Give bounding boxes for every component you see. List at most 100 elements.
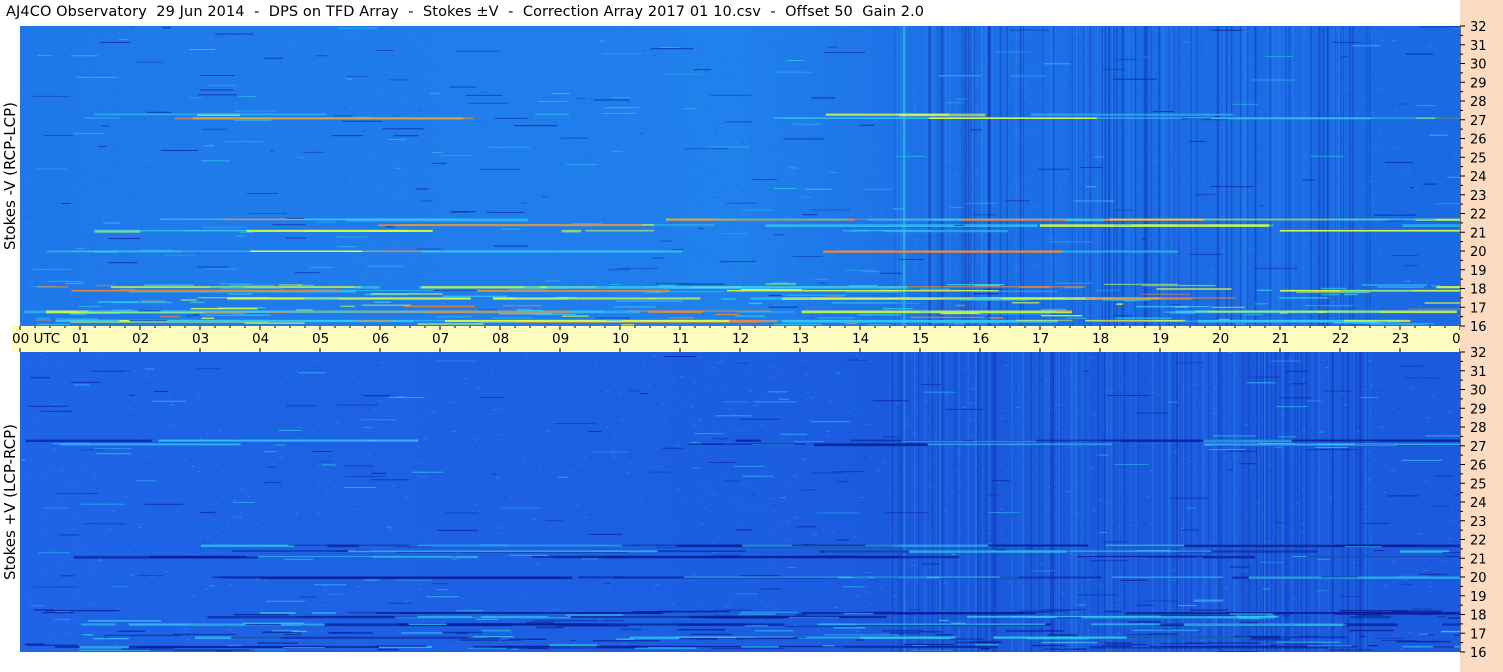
noise-pixel <box>998 454 1000 456</box>
line-fragment <box>684 148 728 150</box>
noise-pixel <box>785 357 788 359</box>
noise-pixel <box>740 296 743 298</box>
noise-pixel <box>769 175 772 177</box>
noise-pixel <box>1419 157 1423 159</box>
noise-pixel <box>407 123 412 124</box>
noise-pixel <box>521 614 524 616</box>
vertical-stripe <box>973 26 976 326</box>
noise-pixel <box>370 79 374 81</box>
noise-pixel <box>31 168 34 170</box>
noise-pixel <box>368 580 370 582</box>
noise-pixel <box>862 410 865 412</box>
noise-pixel <box>736 161 739 163</box>
noise-pixel <box>226 454 228 456</box>
noise-pixel <box>390 272 393 274</box>
noise-pixel <box>106 382 110 384</box>
noise-pixel <box>676 488 681 490</box>
noise-pixel <box>336 98 339 100</box>
noise-pixel <box>133 235 136 237</box>
line-fragment <box>235 235 247 237</box>
noise-pixel <box>411 47 414 49</box>
noise-pixel <box>430 401 433 403</box>
noise-pixel <box>54 622 59 624</box>
noise-pixel <box>134 135 139 137</box>
noise-pixel <box>403 100 407 102</box>
noise-pixel <box>779 82 781 83</box>
spectrogram-bottom <box>20 352 1460 652</box>
noise-pixel <box>768 147 772 149</box>
noise-pixel <box>414 110 417 112</box>
noise-pixel <box>59 573 61 574</box>
noise-pixel <box>764 193 766 195</box>
noise-pixel <box>557 70 559 72</box>
noise-pixel <box>616 236 620 238</box>
noise-pixel <box>830 284 833 286</box>
noise-pixel <box>330 89 334 91</box>
noise-pixel <box>321 186 324 188</box>
noise-pixel <box>321 59 324 61</box>
noise-pixel <box>1142 407 1145 409</box>
line-fragment <box>341 120 383 122</box>
line-fragment <box>811 97 836 99</box>
time-label: 11 <box>672 331 689 347</box>
noise-pixel <box>1384 260 1387 262</box>
noise-pixel <box>840 178 844 180</box>
noise-pixel <box>107 613 111 615</box>
noise-pixel <box>1438 178 1441 180</box>
noise-pixel <box>711 506 714 508</box>
noise-pixel <box>144 161 146 163</box>
noise-pixel <box>558 533 560 535</box>
line-fragment <box>1404 280 1411 282</box>
low-band-segment <box>1011 302 1040 304</box>
noise-pixel <box>624 589 626 591</box>
noise-pixel <box>854 48 858 50</box>
noise-pixel <box>232 304 235 306</box>
noise-pixel <box>27 157 29 159</box>
noise-pixel <box>528 314 531 316</box>
noise-pixel <box>1187 322 1189 324</box>
noise-pixel <box>191 297 194 299</box>
noise-pixel <box>356 149 359 151</box>
noise-pixel <box>176 178 179 180</box>
noise-pixel <box>24 77 28 79</box>
noise-pixel <box>239 239 241 241</box>
noise-pixel <box>436 269 438 271</box>
noise-pixel <box>870 241 874 243</box>
noise-pixel <box>196 112 198 114</box>
noise-pixel <box>303 55 308 57</box>
noise-pixel <box>695 68 700 69</box>
noise-pixel <box>505 97 507 99</box>
interference-segment <box>1210 117 1460 119</box>
vertical-stripe <box>1163 26 1165 326</box>
noise-pixel <box>372 101 374 103</box>
noise-pixel <box>731 472 736 474</box>
line-fragment <box>774 234 784 236</box>
noise-pixel <box>729 603 731 605</box>
noise-pixel <box>1437 85 1439 87</box>
noise-pixel <box>643 199 647 201</box>
noise-pixel <box>110 149 115 151</box>
noise-pixel <box>379 568 383 570</box>
vertical-stripe <box>1024 26 1026 326</box>
noise-pixel <box>20 590 24 592</box>
noise-pixel <box>509 213 513 215</box>
noise-pixel <box>189 379 192 381</box>
noise-pixel <box>1227 108 1232 110</box>
noise-pixel <box>870 456 874 458</box>
noise-pixel <box>289 51 292 53</box>
noise-pixel <box>40 354 44 356</box>
noise-pixel <box>603 195 606 196</box>
vertical-stripe <box>1156 26 1158 326</box>
noise-pixel <box>856 201 860 203</box>
noise-pixel <box>620 50 624 52</box>
noise-pixel <box>853 536 857 538</box>
noise-pixel <box>25 215 28 217</box>
noise-pixel <box>472 38 475 40</box>
noise-pixel <box>652 458 656 460</box>
noise-pixel <box>1153 587 1155 588</box>
noise-pixel <box>779 156 783 158</box>
noise-pixel <box>570 471 574 473</box>
noise-pixel <box>62 481 66 483</box>
noise-pixel <box>687 161 691 163</box>
noise-pixel <box>1390 275 1392 277</box>
